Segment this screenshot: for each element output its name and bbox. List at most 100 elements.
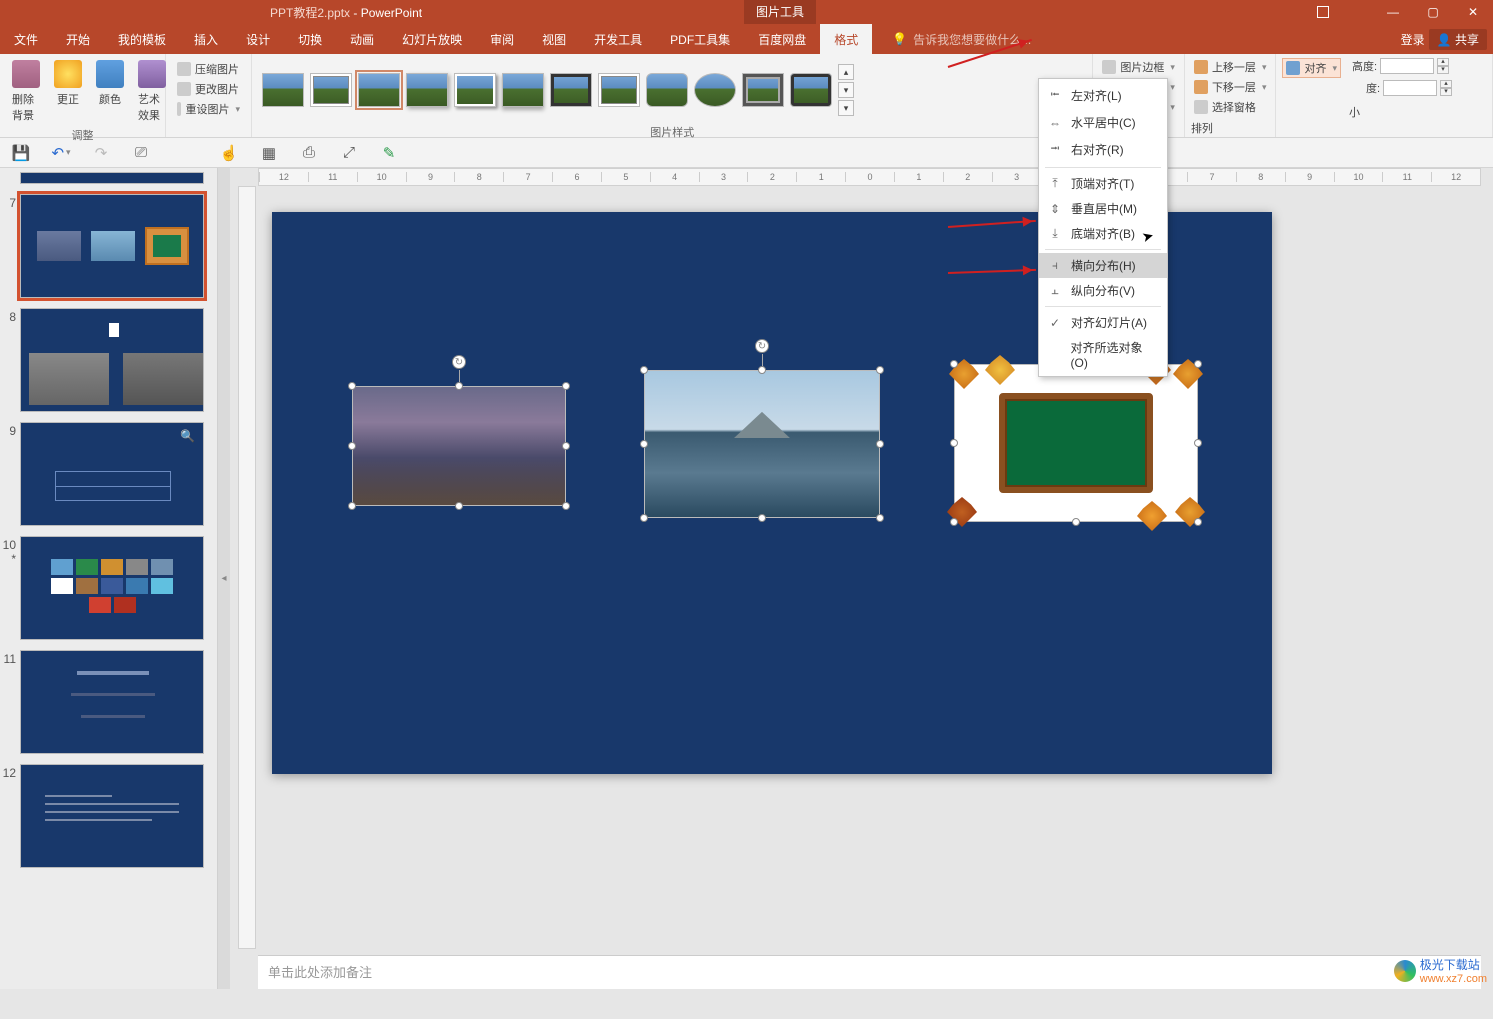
picture-style-5[interactable] [454,73,496,107]
align-top-item[interactable]: ⤒顶端对齐(T) [1039,171,1167,196]
slide-thumb-9[interactable]: 🔍 [20,422,204,526]
slide-thumb-prev[interactable] [20,172,204,184]
gallery-scroll-down[interactable]: ▾ [838,82,854,98]
menu-separator [1045,249,1161,250]
ruler-tick: 12 [1431,172,1480,182]
picture-style-11[interactable] [742,73,784,107]
start-from-beginning-button[interactable]: ⎚ [130,142,152,164]
picture-style-7[interactable] [550,73,592,107]
picture-border-button[interactable]: 图片边框▾ [1099,58,1178,76]
distribute-v-icon: ⫠ [1047,283,1063,298]
magnifier-icon: 🔍 [180,429,195,443]
send-backward-button[interactable]: 下移一层▾ [1191,78,1270,96]
share-icon: 👤 [1437,33,1452,47]
align-button[interactable]: 对齐▾ [1282,58,1341,78]
align-right-item[interactable]: ⭲右对齐(R) [1039,135,1167,164]
forward-icon [1194,60,1208,74]
height-spin-down[interactable]: ▾ [1437,66,1449,74]
gallery-more[interactable]: ▾ [838,100,854,116]
rotate-handle-icon[interactable]: ↻ [452,355,466,369]
picture-style-10[interactable] [694,73,736,107]
maximize-icon[interactable]: ▢ [1413,0,1453,24]
align-middle-v-item[interactable]: ⇕垂直居中(M) [1039,196,1167,221]
color-button[interactable]: 颜色 [92,58,128,109]
tab-file[interactable]: 文件 [0,24,52,54]
distribute-vertical-item[interactable]: ⫠纵向分布(V) [1039,278,1167,303]
slide-thumb-7[interactable] [20,194,204,298]
tab-transitions[interactable]: 切换 [284,24,336,54]
width-spin-down[interactable]: ▾ [1440,88,1452,96]
tab-design[interactable]: 设计 [232,24,284,54]
width-spin-up[interactable]: ▴ [1440,80,1452,88]
slide-thumb-11[interactable] [20,650,204,754]
ribbon-display-options-icon[interactable] [1333,0,1373,24]
align-to-slide-item[interactable]: ✓对齐幻灯片(A) [1039,310,1167,335]
picture-style-3[interactable] [358,73,400,107]
align-center-h-item[interactable]: ⇔水平居中(C) [1039,110,1167,135]
align-bottom-icon: ⤓ [1047,226,1063,241]
share-button[interactable]: 👤 共享 [1429,29,1487,50]
align-to-selected-item[interactable]: 对齐所选对象(O) [1039,335,1167,374]
remove-background-button[interactable]: 删除背景 [8,58,44,125]
selected-image-1[interactable]: ↻ [352,386,566,506]
selected-image-3[interactable]: ↻ [954,364,1198,522]
watermark-url: www.xz7.com [1420,973,1487,985]
tell-me-search[interactable]: 💡 告诉我您想要做什么... [892,24,1031,54]
height-spin-up[interactable]: ▴ [1437,58,1449,66]
minimize-icon[interactable]: — [1373,0,1413,24]
tab-baidudisk[interactable]: 百度网盘 [744,24,820,54]
tab-home[interactable]: 开始 [52,24,104,54]
tab-pdftools[interactable]: PDF工具集 [656,24,744,54]
bring-forward-button[interactable]: 上移一层▾ [1191,58,1270,76]
undo-button[interactable]: ↶▾ [50,142,72,164]
artistic-effects-button[interactable]: 艺术效果 [134,58,170,125]
align-left-item[interactable]: ⭰左对齐(L) [1039,81,1167,110]
outline-collapse-handle[interactable]: ◂ [218,168,230,989]
tab-mytemplates[interactable]: 我的模板 [104,24,180,54]
picture-style-8[interactable] [598,73,640,107]
save-button[interactable]: 💾 [10,142,32,164]
ruler-tick: 10 [357,172,406,182]
tab-insert[interactable]: 插入 [180,24,232,54]
change-picture-button[interactable]: 更改图片 [174,80,243,98]
tab-developer[interactable]: 开发工具 [580,24,656,54]
height-input[interactable] [1380,58,1434,74]
rotate-handle-icon[interactable]: ↻ [755,339,769,353]
tab-slideshow[interactable]: 幻灯片放映 [388,24,476,54]
tab-animations[interactable]: 动画 [336,24,388,54]
slide-thumb-8[interactable] [20,308,204,412]
ruler-tick: 0 [845,172,894,182]
picture-style-2[interactable] [310,73,352,107]
tab-format[interactable]: 格式 [820,24,872,54]
login-link[interactable]: 登录 [1401,31,1425,48]
slide-thumb-12[interactable] [20,764,204,868]
reset-picture-button[interactable]: 重设图片▾ [174,100,243,118]
picture-style-6[interactable] [502,73,544,107]
qat-btn-5[interactable]: ✎ [378,142,400,164]
slide-thumb-10[interactable] [20,536,204,640]
selection-pane-button[interactable]: 选择窗格 [1191,98,1270,116]
qat-btn-4[interactable]: ⤢ [338,142,360,164]
chalkboard-frame-image [955,365,1197,521]
picture-style-9[interactable] [646,73,688,107]
ruler-tick: 5 [601,172,650,182]
tab-view[interactable]: 视图 [528,24,580,54]
close-icon[interactable]: ✕ [1453,0,1493,24]
qat-btn-2[interactable]: ▦ [258,142,280,164]
picture-style-12[interactable] [790,73,832,107]
compress-pictures-button[interactable]: 压缩图片 [174,60,243,78]
qat-btn-3[interactable]: ⎙ [298,142,320,164]
ruler-tick: 10 [1334,172,1383,182]
picture-style-1[interactable] [262,73,304,107]
notes-pane[interactable]: 单击此处添加备注 [258,955,1481,989]
distribute-horizontal-item[interactable]: ⫞横向分布(H) [1039,253,1167,278]
touch-mode-button[interactable]: ☝ [218,142,240,164]
redo-button[interactable]: ↷ [90,142,112,164]
tab-review[interactable]: 审阅 [476,24,528,54]
gallery-scroll-up[interactable]: ▴ [838,64,854,80]
picture-style-4[interactable] [406,73,448,107]
selected-image-2[interactable]: ↻ [644,370,880,518]
contextual-tab-picture-tools: 图片工具 [744,0,816,24]
width-input[interactable] [1383,80,1437,96]
corrections-button[interactable]: 更正 [50,58,86,109]
